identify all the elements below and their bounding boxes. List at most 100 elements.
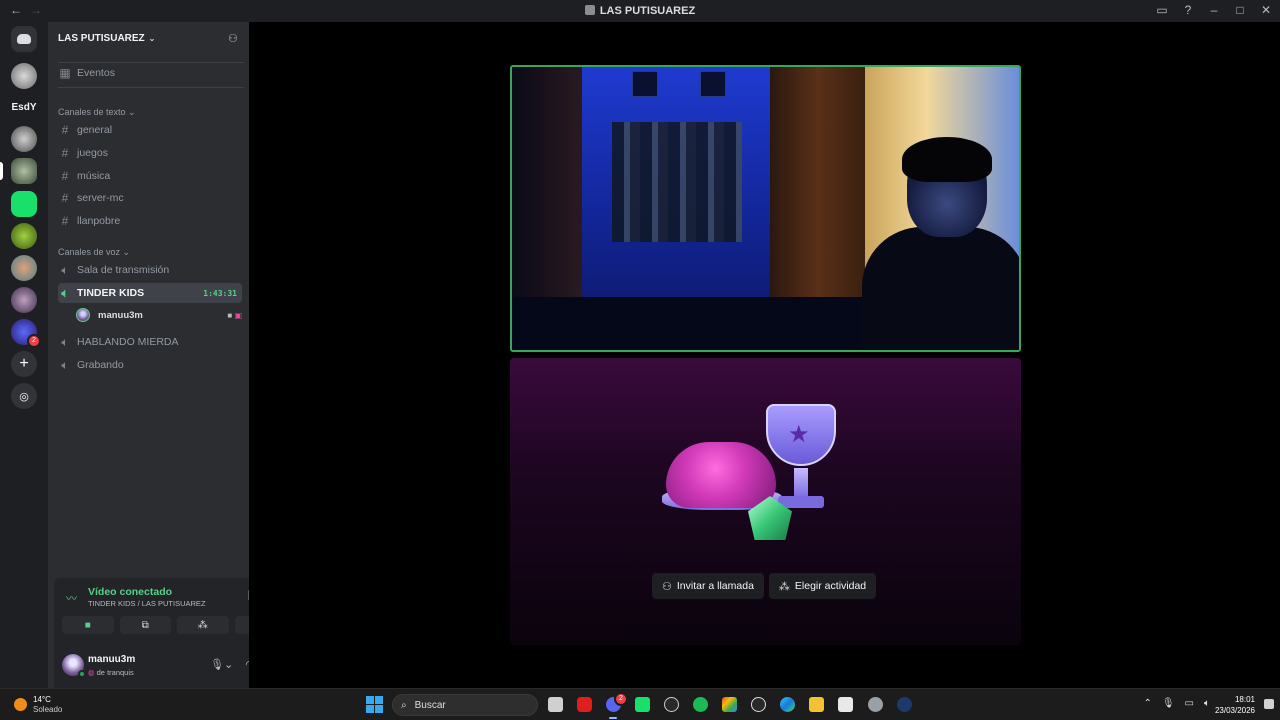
call-timer: 1:43:31 [203, 288, 237, 298]
activity-illustration: ★ [662, 402, 902, 542]
text-channel-general[interactable]: # general [58, 120, 242, 140]
camera-button[interactable]: ■ [62, 616, 114, 634]
help-icon[interactable]: ? [1182, 3, 1194, 17]
volume-icon[interactable]: 🔈︎ [1204, 698, 1210, 709]
guild-icon-las-putisuarez[interactable] [11, 158, 37, 184]
hash-icon: # [61, 191, 69, 205]
signal-icon[interactable]: 〰 [66, 590, 77, 606]
user-status-icons: ■ ▣ [227, 311, 242, 320]
speaker-icon: 🔈︎ [61, 357, 69, 372]
guild-bar: EsdY 2 + ◎ [0, 22, 48, 688]
window-title: LAS PUTISUAREZ [0, 5, 1280, 17]
camera-icon: ■ [227, 310, 233, 320]
start-tile [366, 705, 374, 713]
guild-folder-label[interactable]: EsdY [0, 102, 48, 113]
add-member-icon[interactable]: ⚇ [228, 32, 240, 45]
app-icon[interactable] [664, 697, 679, 712]
inbox-icon[interactable]: ▭ [1156, 3, 1168, 17]
guild-icon-3[interactable] [11, 223, 37, 249]
online-status-dot [78, 670, 86, 678]
youtube-icon[interactable] [577, 697, 592, 712]
spotify-icon[interactable] [693, 697, 708, 712]
speaker-icon: 🔈︎ [61, 285, 69, 300]
start-tile [375, 705, 383, 713]
guild-selected-pill [0, 162, 3, 180]
video-tile[interactable] [510, 65, 1021, 352]
minimize-icon[interactable]: – [1208, 3, 1220, 17]
video-frame-detail [902, 137, 992, 182]
server-icon [584, 5, 595, 15]
weather-sun-icon[interactable] [14, 698, 27, 711]
status-emoji-icon: ◍ [88, 668, 95, 677]
activities-icon: ⁂ [197, 619, 208, 631]
video-frame-detail [632, 71, 658, 97]
guild-icon-2[interactable] [11, 126, 37, 152]
taskbar-search[interactable]: ⌕ Buscar [392, 694, 538, 716]
kick-icon[interactable] [635, 697, 650, 712]
microphone-icon[interactable]: 🎙︎⌄ [210, 658, 233, 671]
avatar [76, 308, 90, 322]
guild-icon-5[interactable] [11, 287, 37, 313]
weather-temperature[interactable]: 14°C [33, 695, 51, 704]
voice-channel-tinder-kids[interactable]: 🔈︎ TINDER KIDS 1:43:31 [58, 283, 242, 303]
steam-icon[interactable] [897, 697, 912, 712]
notification-icon[interactable] [1264, 699, 1274, 709]
hash-icon: # [61, 146, 69, 160]
user-custom-status[interactable]: ◍ de tranquis [88, 668, 134, 677]
user-name[interactable]: manuu3m [88, 654, 135, 665]
voice-channel-sala[interactable]: 🔈︎ Sala de transmisión [58, 260, 242, 280]
events-item[interactable]: ▦ Eventos [58, 63, 242, 83]
close-icon[interactable]: ✕ [1260, 3, 1272, 17]
network-icon[interactable]: ▭ [1185, 698, 1194, 709]
weather-condition[interactable]: Soleado [33, 705, 62, 714]
discord-home-icon[interactable] [11, 26, 37, 52]
invite-to-call-button[interactable]: ⚇ Invitar a llamada [652, 573, 764, 599]
speaker-icon: 🔈︎ [61, 262, 69, 277]
voice-location[interactable]: TINDER KIDS / LAS PUTISUAREZ [88, 599, 206, 608]
category-text[interactable]: Canales de texto ⌄ [58, 107, 136, 118]
system-tray: ⌃ 🎙︎ ▭ 🔈︎ [1143, 698, 1210, 709]
edge-icon[interactable] [780, 697, 795, 712]
store-icon[interactable] [838, 697, 853, 712]
discover-icon[interactable]: ◎ [11, 383, 37, 409]
text-channel-juegos[interactable]: # juegos [58, 143, 242, 163]
settings-icon[interactable] [868, 697, 883, 712]
windows-start-icon[interactable] [366, 696, 383, 713]
title-bar: ←→ LAS PUTISUAREZ ▭ ? – □ ✕ [0, 0, 1280, 22]
add-server-icon[interactable]: + [11, 351, 37, 377]
gmail-icon[interactable] [722, 697, 737, 712]
chevron-up-icon[interactable]: ⌃ [1143, 698, 1151, 709]
category-voice[interactable]: Canales de voz ⌄ [58, 247, 130, 258]
guild-icon-kick[interactable] [11, 191, 37, 217]
task-view-icon[interactable] [548, 697, 563, 712]
hash-icon: # [61, 123, 69, 137]
video-frame-detail [612, 122, 742, 242]
text-channel-server-mc[interactable]: # server-mc [58, 188, 242, 208]
trophy-stem [794, 468, 808, 498]
choose-activity-button[interactable]: ⁂ Elegir actividad [768, 573, 877, 599]
activities-button[interactable]: ⁂ [177, 616, 229, 634]
system-clock[interactable]: 18:01 23/03/2026 [1215, 694, 1255, 716]
guild-icon-1[interactable] [11, 63, 37, 89]
channel-sidebar: LAS PUTISUAREZ ⌄ ⚇ ▦ Eventos Canales de te… [48, 22, 294, 706]
voice-channel-grabando[interactable]: 🔈︎ Grabando [58, 355, 242, 375]
add-user-icon: ⚇ [662, 580, 672, 593]
star-icon: ★ [788, 421, 810, 448]
voice-status[interactable]: Vídeo conectado [88, 586, 172, 598]
text-channel-musica[interactable]: # música [58, 166, 242, 186]
trophy-base [778, 496, 824, 508]
screen-share-button[interactable]: ⧉ [119, 616, 171, 634]
shell-icon [666, 442, 776, 508]
calendar-icon: ▦ [59, 66, 71, 80]
maximize-icon[interactable]: □ [1234, 3, 1246, 17]
server-header[interactable]: LAS PUTISUAREZ ⌄ ⚇ [48, 22, 249, 54]
voice-channel-hablando[interactable]: 🔈︎ HABLANDO MIERDA [58, 332, 242, 352]
chatgpt-icon[interactable] [751, 697, 766, 712]
microphone-icon[interactable]: 🎙︎ [1162, 698, 1175, 709]
guild-icon-4[interactable] [11, 255, 37, 281]
voice-user-row[interactable]: manuu3m ■ ▣ [76, 306, 242, 324]
start-tile [366, 696, 374, 704]
screen-share-icon: ⧉ [141, 619, 149, 631]
file-explorer-icon[interactable] [809, 697, 824, 712]
text-channel-llanpobre[interactable]: # llanpobre [58, 211, 242, 231]
